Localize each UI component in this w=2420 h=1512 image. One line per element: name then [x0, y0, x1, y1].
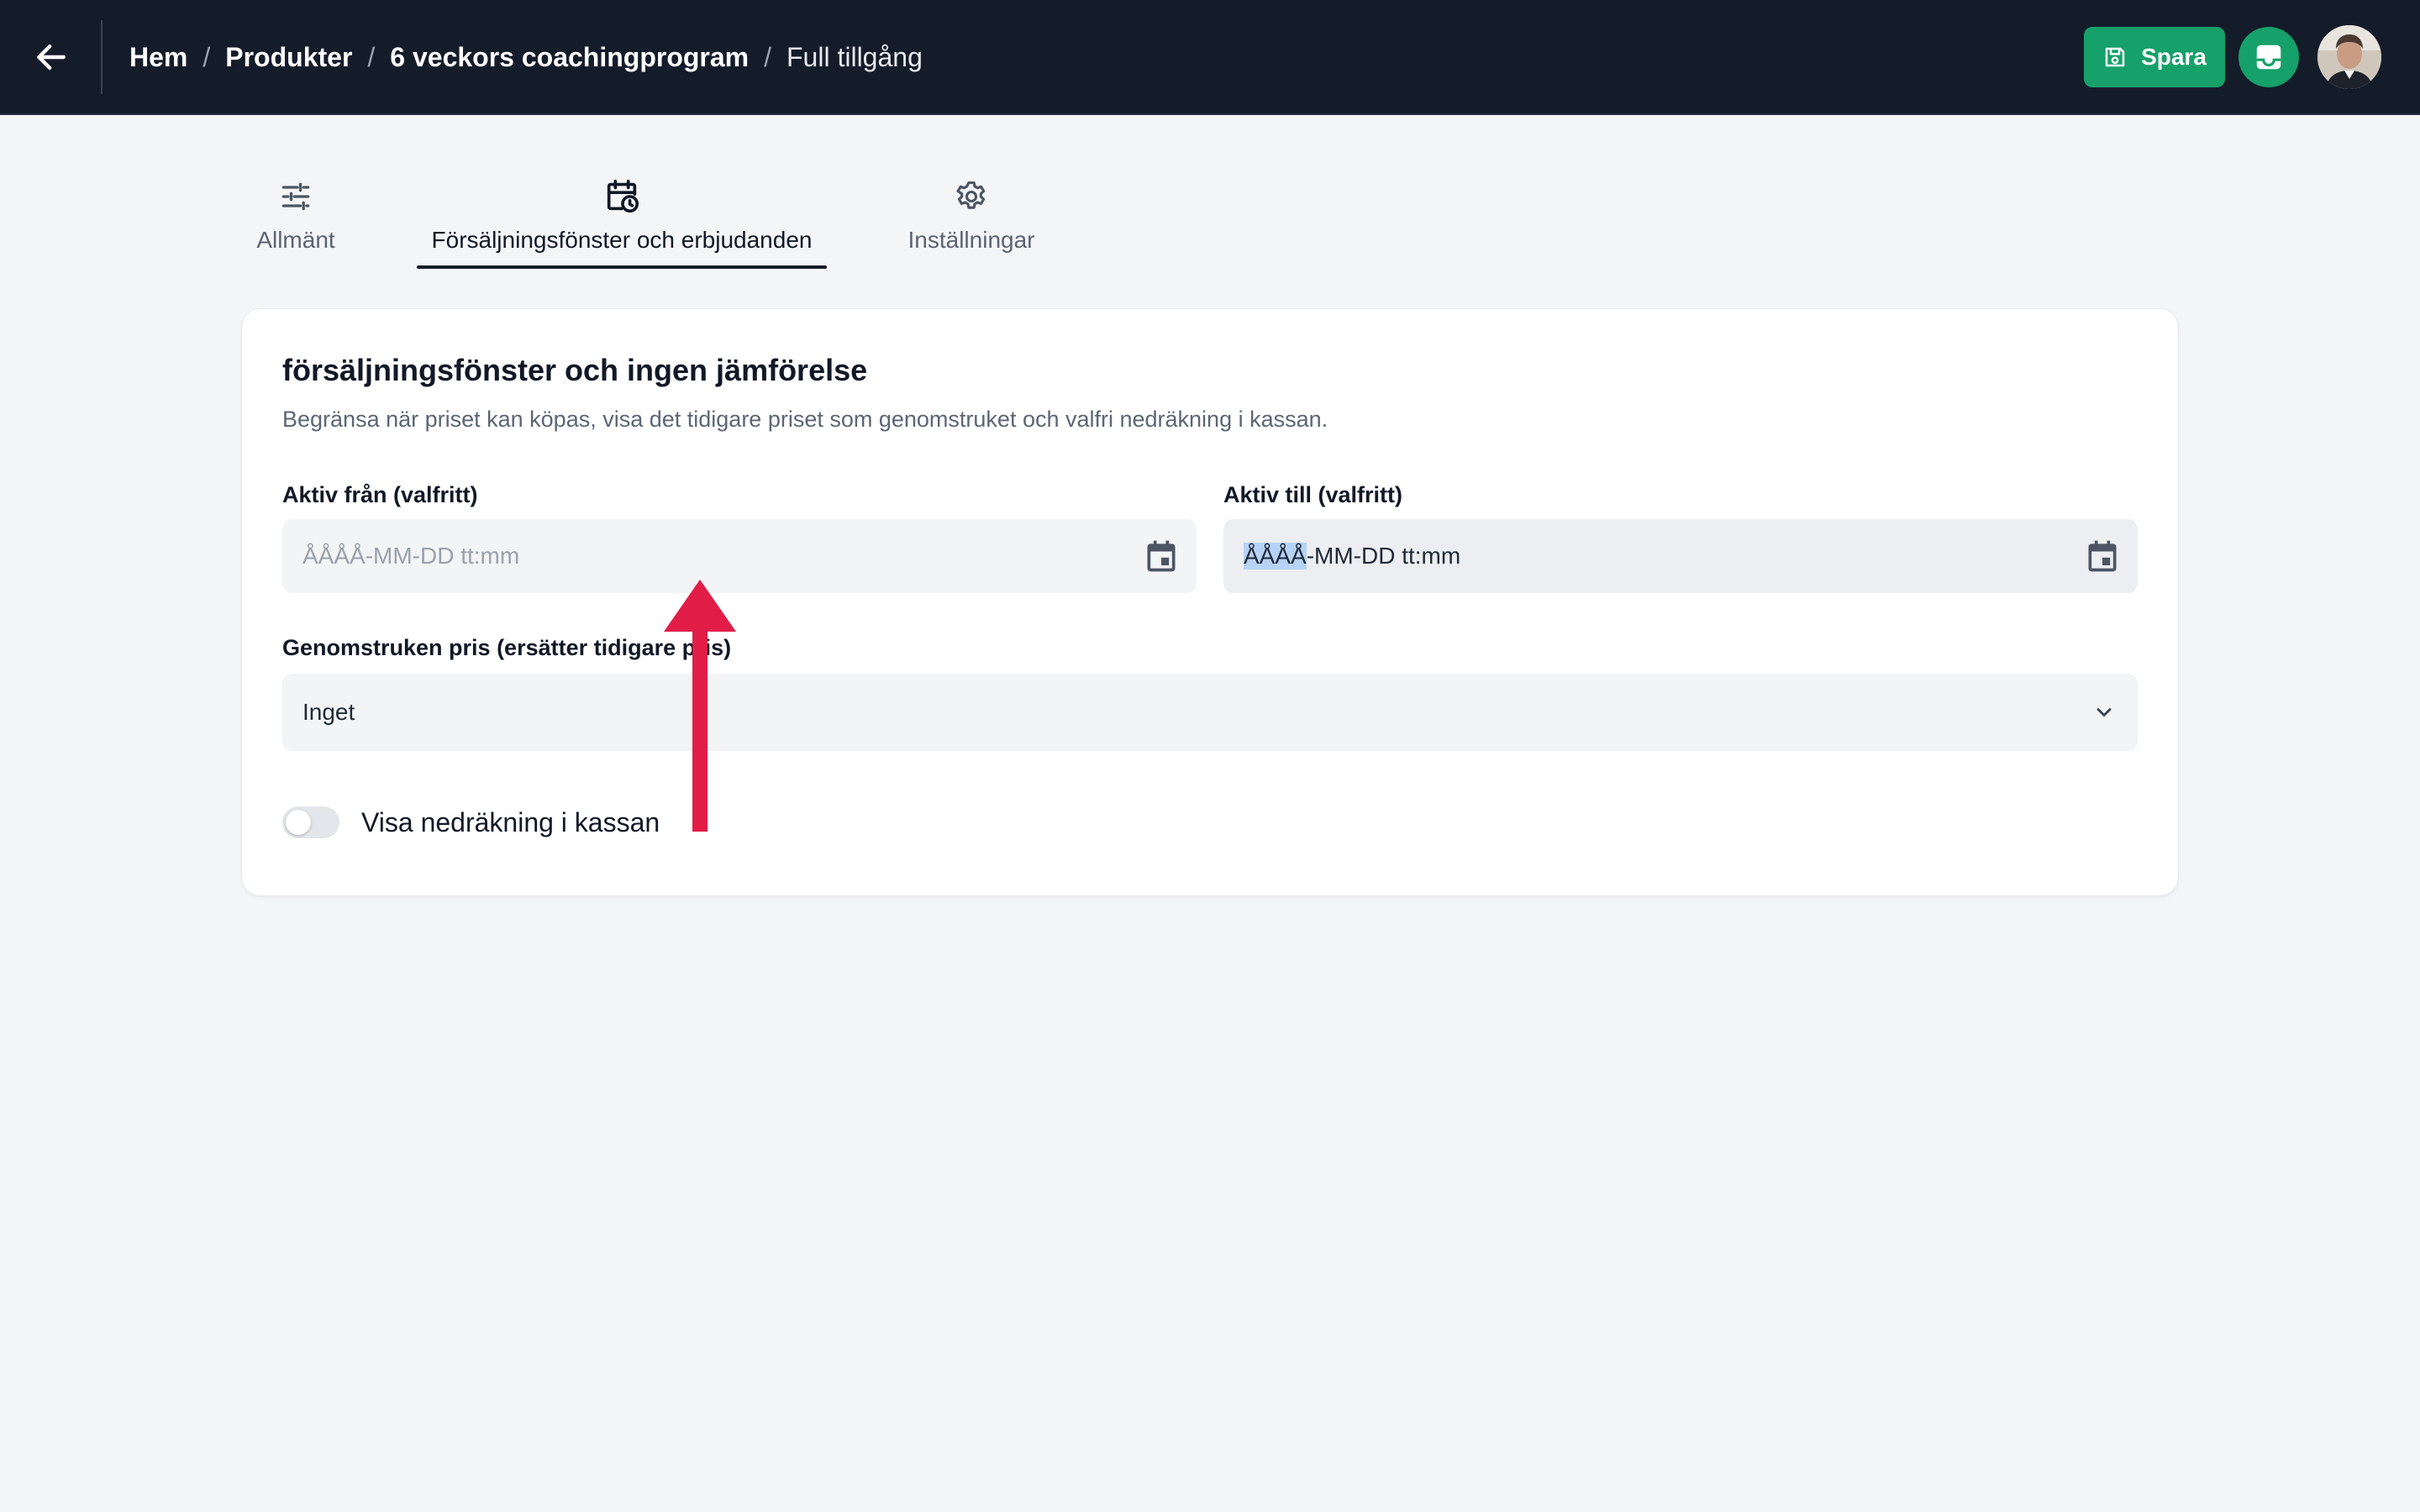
- countdown-toggle-label: Visa nedräkning i kassan: [361, 807, 660, 837]
- inbox-button[interactable]: [2238, 27, 2299, 87]
- breadcrumb-separator: /: [203, 41, 211, 72]
- calendar-icon[interactable]: [1143, 538, 1180, 575]
- sliders-icon: [281, 182, 310, 211]
- card-description: Begränsa när priset kan köpas, visa det …: [282, 407, 1328, 432]
- sales-window-card: försäljningsfönster och ingen jämförelse…: [242, 309, 2178, 895]
- tab-general[interactable]: Allmänt: [249, 168, 343, 269]
- floppy-disk-icon: [2105, 47, 2125, 67]
- chevron-down-icon: [2096, 708, 2112, 717]
- tab-sales-window[interactable]: Försäljningsfönster och erbjudanden: [417, 168, 827, 269]
- active-from-input[interactable]: ÅÅÅÅ-MM-DD tt:mm: [282, 519, 1197, 593]
- active-to-selected-text: ÅÅÅÅ: [1244, 543, 1307, 570]
- breadcrumb-current: Full tillgång: [786, 41, 923, 72]
- calendar-clock-icon: [607, 179, 639, 213]
- gear-icon: [956, 181, 986, 209]
- breadcrumb-product[interactable]: 6 veckors coachingprogram: [390, 42, 749, 73]
- arrow-left-icon: [37, 44, 66, 71]
- breadcrumb-products[interactable]: Produkter: [225, 42, 352, 73]
- inbox-icon: [2256, 45, 2281, 70]
- calendar-icon[interactable]: [2084, 538, 2121, 575]
- strikethrough-price-select[interactable]: Inget: [282, 674, 2138, 751]
- header-divider: [101, 20, 103, 94]
- breadcrumb-home[interactable]: Hem: [129, 42, 187, 73]
- user-avatar[interactable]: [2317, 25, 2381, 89]
- active-to-label: Aktiv till (valfritt): [1223, 482, 1403, 507]
- avatar-image: [2317, 25, 2381, 89]
- countdown-toggle[interactable]: [282, 806, 339, 838]
- active-to-value: -MM-DD tt:mm: [1306, 543, 1461, 569]
- tab-sales-window-label: Försäljningsfönster och erbjudanden: [431, 227, 813, 253]
- breadcrumb-separator: /: [764, 41, 771, 72]
- active-from-label: Aktiv från (valfritt): [282, 482, 478, 507]
- active-tab-indicator: [417, 265, 827, 269]
- active-from-placeholder: ÅÅÅÅ-MM-DD tt:mm: [302, 543, 520, 569]
- toggle-knob: [286, 810, 311, 835]
- save-button-label: Spara: [2141, 44, 2207, 70]
- breadcrumb: Hem / Produkter / 6 veckors coachingprog…: [129, 0, 923, 114]
- card-title: försäljningsfönster och ingen jämförelse: [282, 353, 868, 387]
- breadcrumb-separator: /: [367, 41, 376, 72]
- strikethrough-price-label: Genomstruken pris (ersätter tidigare pri…: [282, 635, 732, 660]
- tab-general-label: Allmänt: [256, 227, 335, 253]
- save-button[interactable]: Spara: [2084, 27, 2225, 87]
- active-to-input[interactable]: ÅÅÅÅ -MM-DD tt:mm: [1223, 519, 2138, 593]
- tab-bar: Allmänt Försäljningsfönster och erbjudan…: [0, 168, 2420, 269]
- strikethrough-price-value: Inget: [302, 699, 355, 725]
- tab-settings-label: Inställningar: [908, 227, 1035, 253]
- back-button[interactable]: [24, 25, 79, 89]
- tab-settings[interactable]: Inställningar: [901, 168, 1042, 269]
- top-bar: Hem / Produkter / 6 veckors coachingprog…: [0, 0, 2420, 115]
